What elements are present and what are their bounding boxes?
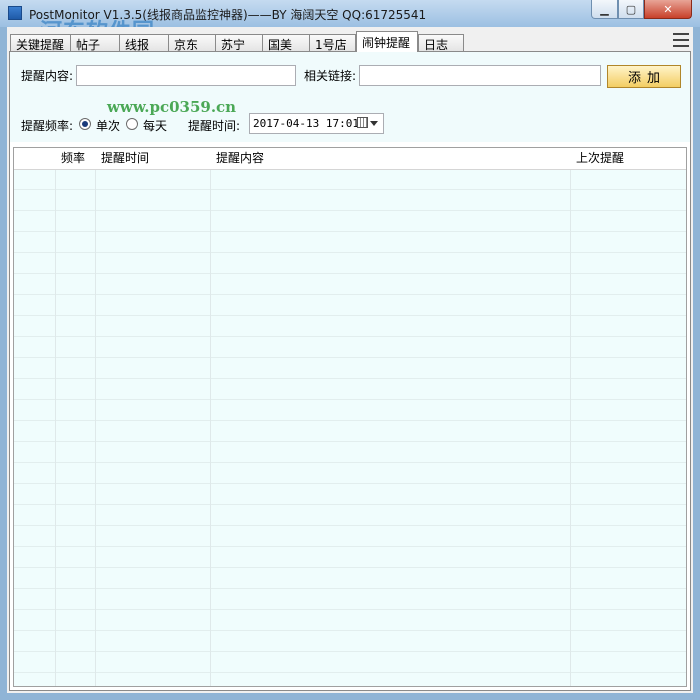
tab-suning[interactable]: 苏宁 bbox=[215, 34, 263, 51]
tab-alarm-reminder[interactable]: 闹钟提醒 bbox=[356, 31, 418, 52]
tab-log[interactable]: 日志 bbox=[418, 34, 464, 51]
table-body bbox=[14, 169, 686, 686]
tab-yhd[interactable]: 1号店 bbox=[309, 34, 356, 51]
link-label: 相关链接: bbox=[304, 69, 357, 83]
freq-daily-radio[interactable] bbox=[126, 118, 138, 130]
client-area: 关键提醒 帖子 线报 京东 苏宁 国美 1号店 闹钟提醒 日志 提醒内容: 相关… bbox=[7, 27, 693, 693]
link-input[interactable] bbox=[359, 65, 601, 86]
table-header: 频率 提醒时间 提醒内容 上次提醒 bbox=[14, 148, 686, 170]
time-label: 提醒时间: bbox=[188, 119, 241, 133]
column-header-time[interactable]: 提醒时间 bbox=[97, 148, 210, 169]
settings-menu-icon[interactable] bbox=[673, 33, 689, 47]
content-input[interactable] bbox=[76, 65, 296, 86]
tab-posts[interactable]: 帖子 bbox=[70, 34, 120, 51]
column-header-frequency[interactable]: 频率 bbox=[57, 148, 97, 169]
column-header-index[interactable] bbox=[14, 148, 55, 169]
app-icon bbox=[8, 6, 22, 20]
freq-once-radio[interactable] bbox=[79, 118, 91, 130]
reminder-form: 提醒内容: 相关链接: 添加 提醒频率: 单次 每天 提醒时间: 2017-04… bbox=[10, 52, 690, 142]
app-window: PostMonitor V1.3.5(线报商品监控神器)——BY 海阔天空 QQ… bbox=[0, 0, 700, 700]
title-bar[interactable]: PostMonitor V1.3.5(线报商品监控神器)——BY 海阔天空 QQ… bbox=[0, 0, 700, 45]
tab-gome[interactable]: 国美 bbox=[262, 34, 310, 51]
watermark-url: www.pc0359.cn bbox=[107, 98, 237, 116]
dropdown-arrow-icon[interactable] bbox=[370, 121, 378, 126]
column-header-content[interactable]: 提醒内容 bbox=[212, 148, 570, 169]
frequency-label: 提醒频率: bbox=[21, 119, 74, 133]
reminder-table: 频率 提醒时间 提醒内容 上次提醒 bbox=[13, 147, 687, 687]
datetime-picker[interactable]: 2017-04-13 17:01 bbox=[249, 113, 384, 134]
column-divider bbox=[55, 148, 56, 686]
close-button[interactable]: ✕ bbox=[644, 0, 692, 19]
minimize-button[interactable]: ▁ bbox=[591, 0, 618, 19]
column-divider bbox=[95, 148, 96, 686]
column-header-last-reminder[interactable]: 上次提醒 bbox=[572, 148, 686, 169]
freq-once-label[interactable]: 单次 bbox=[96, 117, 120, 134]
tab-jd[interactable]: 京东 bbox=[168, 34, 216, 51]
alarm-panel: 提醒内容: 相关链接: 添加 提醒频率: 单次 每天 提醒时间: 2017-04… bbox=[9, 51, 691, 691]
tab-bar: 关键提醒 帖子 线报 京东 苏宁 国美 1号店 闹钟提醒 日志 bbox=[7, 31, 693, 52]
calendar-icon[interactable] bbox=[357, 117, 368, 128]
column-divider bbox=[210, 148, 211, 686]
content-label: 提醒内容: bbox=[21, 69, 74, 83]
tab-keyword-alert[interactable]: 关键提醒 bbox=[10, 34, 71, 51]
add-button[interactable]: 添加 bbox=[607, 65, 681, 88]
datetime-value: 2017-04-13 17:01 bbox=[253, 117, 359, 130]
freq-daily-label[interactable]: 每天 bbox=[143, 117, 167, 134]
tab-deals[interactable]: 线报 bbox=[119, 34, 169, 51]
maximize-button[interactable]: ▢ bbox=[618, 0, 644, 19]
column-divider bbox=[570, 148, 571, 686]
